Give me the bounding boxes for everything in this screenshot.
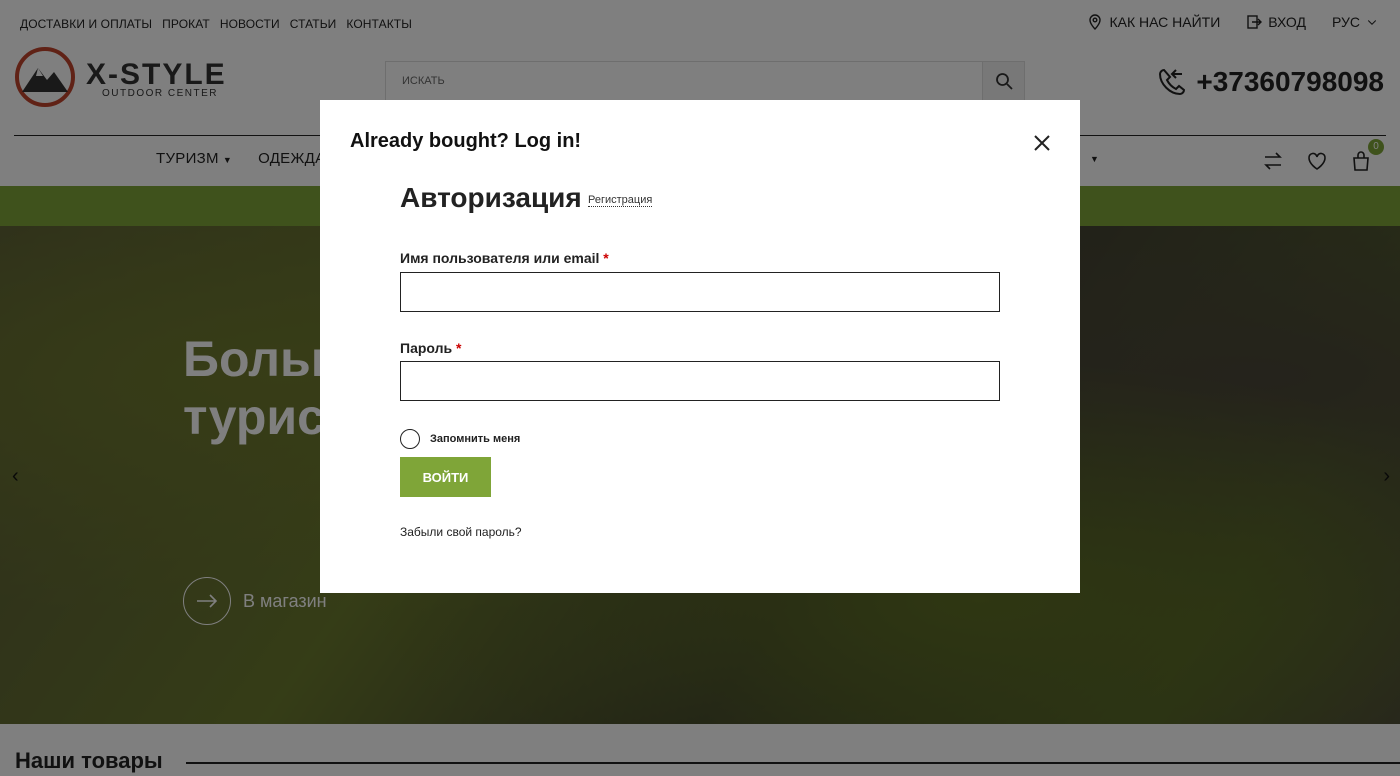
modal-title: Already bought? Log in! <box>350 130 582 152</box>
auth-title: Авторизация <box>400 182 582 213</box>
required-mark: * <box>456 340 462 356</box>
remember-me[interactable]: Запомнить меня <box>400 429 520 449</box>
required-mark: * <box>603 250 609 266</box>
close-icon[interactable] <box>1032 133 1052 153</box>
password-label: Пароль * <box>400 340 461 356</box>
username-label-text: Имя пользователя или email <box>400 250 600 266</box>
password-input[interactable] <box>400 361 1000 401</box>
register-link[interactable]: Регистрация <box>588 194 653 207</box>
remember-me-label: Запомнить меня <box>430 433 521 445</box>
username-input[interactable] <box>400 272 1000 312</box>
remember-me-checkbox[interactable] <box>400 429 420 449</box>
login-modal: Already bought? Log in! Авторизация Реги… <box>320 100 1080 593</box>
password-label-text: Пароль <box>400 340 453 356</box>
username-label: Имя пользователя или email * <box>400 250 609 266</box>
forgot-password-link[interactable]: Забыли свой пароль? <box>400 525 522 539</box>
login-button[interactable]: ВОЙТИ <box>400 457 491 497</box>
